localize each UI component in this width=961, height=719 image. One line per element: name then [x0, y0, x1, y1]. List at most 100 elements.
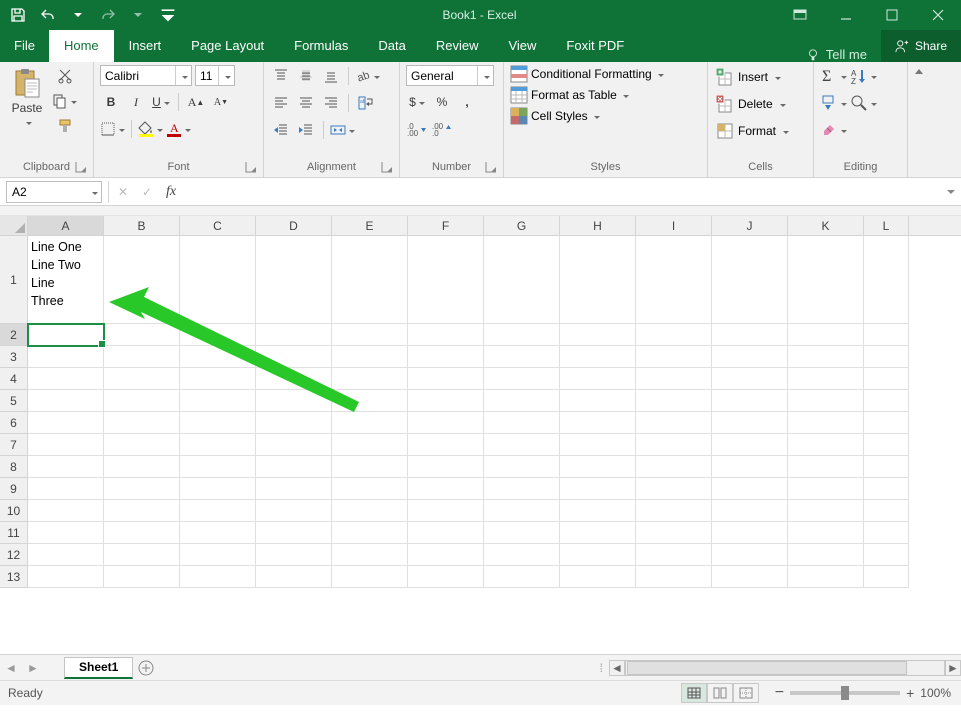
cell-H1[interactable] — [560, 236, 636, 324]
minimize-icon[interactable] — [823, 0, 869, 30]
cell-H7[interactable] — [560, 434, 636, 456]
cut-icon[interactable] — [52, 65, 77, 87]
cell-F3[interactable] — [408, 346, 484, 368]
view-page-break-icon[interactable] — [733, 683, 759, 703]
cell-J8[interactable] — [712, 456, 788, 478]
insert-cells-button[interactable]: Insert — [714, 65, 783, 89]
row-header-13[interactable]: 13 — [0, 566, 28, 588]
row-header-12[interactable]: 12 — [0, 544, 28, 566]
cell-C9[interactable] — [180, 478, 256, 500]
cell-F2[interactable] — [408, 324, 484, 346]
row-header-1[interactable]: 1 — [0, 236, 28, 324]
cell-K12[interactable] — [788, 544, 864, 566]
cell-K10[interactable] — [788, 500, 864, 522]
cell-E7[interactable] — [332, 434, 408, 456]
share-button[interactable]: Share — [881, 30, 961, 62]
wrap-text-icon[interactable]: ab — [355, 92, 377, 114]
scroll-track[interactable] — [625, 660, 945, 676]
font-name-combo[interactable]: Calibri — [100, 65, 192, 86]
formula-input[interactable] — [183, 181, 941, 203]
new-sheet-icon[interactable] — [133, 660, 159, 676]
redo-dropdown-icon[interactable] — [124, 1, 152, 29]
cell-L5[interactable] — [864, 390, 909, 412]
cell-H6[interactable] — [560, 412, 636, 434]
cell-I6[interactable] — [636, 412, 712, 434]
merge-center-icon[interactable] — [330, 119, 355, 141]
column-headers[interactable]: A B C D E F G H I J K L — [0, 216, 961, 236]
cell-I1[interactable] — [636, 236, 712, 324]
cell-A5[interactable] — [28, 390, 104, 412]
cell-K1[interactable] — [788, 236, 864, 324]
cell-L9[interactable] — [864, 478, 909, 500]
align-bottom-icon[interactable] — [320, 65, 342, 87]
cell-C10[interactable] — [180, 500, 256, 522]
cell-K3[interactable] — [788, 346, 864, 368]
fill-color-icon[interactable] — [138, 118, 163, 140]
zoom-slider[interactable] — [790, 691, 900, 695]
cell-C3[interactable] — [180, 346, 256, 368]
scroll-left-icon[interactable]: ◄ — [609, 660, 625, 676]
cancel-formula-icon[interactable]: ✕ — [111, 181, 135, 203]
cell-E3[interactable] — [332, 346, 408, 368]
column-header-K[interactable]: K — [788, 216, 864, 235]
cell-L1[interactable] — [864, 236, 909, 324]
cell-F13[interactable] — [408, 566, 484, 588]
cell-G3[interactable] — [484, 346, 560, 368]
column-header-A[interactable]: A — [28, 216, 104, 235]
cell-F12[interactable] — [408, 544, 484, 566]
cell-D12[interactable] — [256, 544, 332, 566]
cell-styles-button[interactable]: Cell Styles — [510, 107, 600, 125]
cell-E6[interactable] — [332, 412, 408, 434]
cell-E5[interactable] — [332, 390, 408, 412]
cell-G11[interactable] — [484, 522, 560, 544]
cell-G5[interactable] — [484, 390, 560, 412]
cell-A12[interactable] — [28, 544, 104, 566]
cell-B1[interactable] — [104, 236, 180, 324]
cell-C13[interactable] — [180, 566, 256, 588]
cell-J13[interactable] — [712, 566, 788, 588]
column-header-J[interactable]: J — [712, 216, 788, 235]
sheet-nav-prev-icon[interactable]: ◄ — [0, 657, 22, 679]
tab-view[interactable]: View — [493, 30, 551, 62]
column-header-E[interactable]: E — [332, 216, 408, 235]
cell-C12[interactable] — [180, 544, 256, 566]
cell-J9[interactable] — [712, 478, 788, 500]
italic-button[interactable]: I — [125, 91, 147, 113]
row-header-9[interactable]: 9 — [0, 478, 28, 500]
tab-foxit-pdf[interactable]: Foxit PDF — [551, 30, 639, 62]
cell-H4[interactable] — [560, 368, 636, 390]
cell-H12[interactable] — [560, 544, 636, 566]
cell-J4[interactable] — [712, 368, 788, 390]
scroll-thumb[interactable] — [627, 661, 907, 675]
cell-J12[interactable] — [712, 544, 788, 566]
dialog-launcher-icon[interactable] — [245, 161, 259, 175]
fill-icon[interactable] — [820, 92, 847, 114]
copy-icon[interactable] — [52, 90, 77, 112]
sheet-tab-sheet1[interactable]: Sheet1 — [64, 657, 133, 679]
row-header-5[interactable]: 5 — [0, 390, 28, 412]
maximize-icon[interactable] — [869, 0, 915, 30]
cell-I5[interactable] — [636, 390, 712, 412]
cell-J7[interactable] — [712, 434, 788, 456]
align-left-icon[interactable] — [270, 92, 292, 114]
cell-E2[interactable] — [332, 324, 408, 346]
cell-D4[interactable] — [256, 368, 332, 390]
cell-C7[interactable] — [180, 434, 256, 456]
cell-C2[interactable] — [180, 324, 256, 346]
view-normal-icon[interactable] — [681, 683, 707, 703]
column-header-B[interactable]: B — [104, 216, 180, 235]
cell-K6[interactable] — [788, 412, 864, 434]
cell-B10[interactable] — [104, 500, 180, 522]
cell-A4[interactable] — [28, 368, 104, 390]
format-as-table-button[interactable]: Format as Table — [510, 86, 629, 104]
format-cells-button[interactable]: Format — [714, 119, 791, 143]
qat-customize-icon[interactable] — [154, 1, 182, 29]
column-header-I[interactable]: I — [636, 216, 712, 235]
row-header-10[interactable]: 10 — [0, 500, 28, 522]
collapse-ribbon-icon[interactable] — [908, 62, 930, 178]
cell-H8[interactable] — [560, 456, 636, 478]
column-header-G[interactable]: G — [484, 216, 560, 235]
cell-K4[interactable] — [788, 368, 864, 390]
decrease-indent-icon[interactable] — [270, 119, 292, 141]
tab-data[interactable]: Data — [363, 30, 420, 62]
